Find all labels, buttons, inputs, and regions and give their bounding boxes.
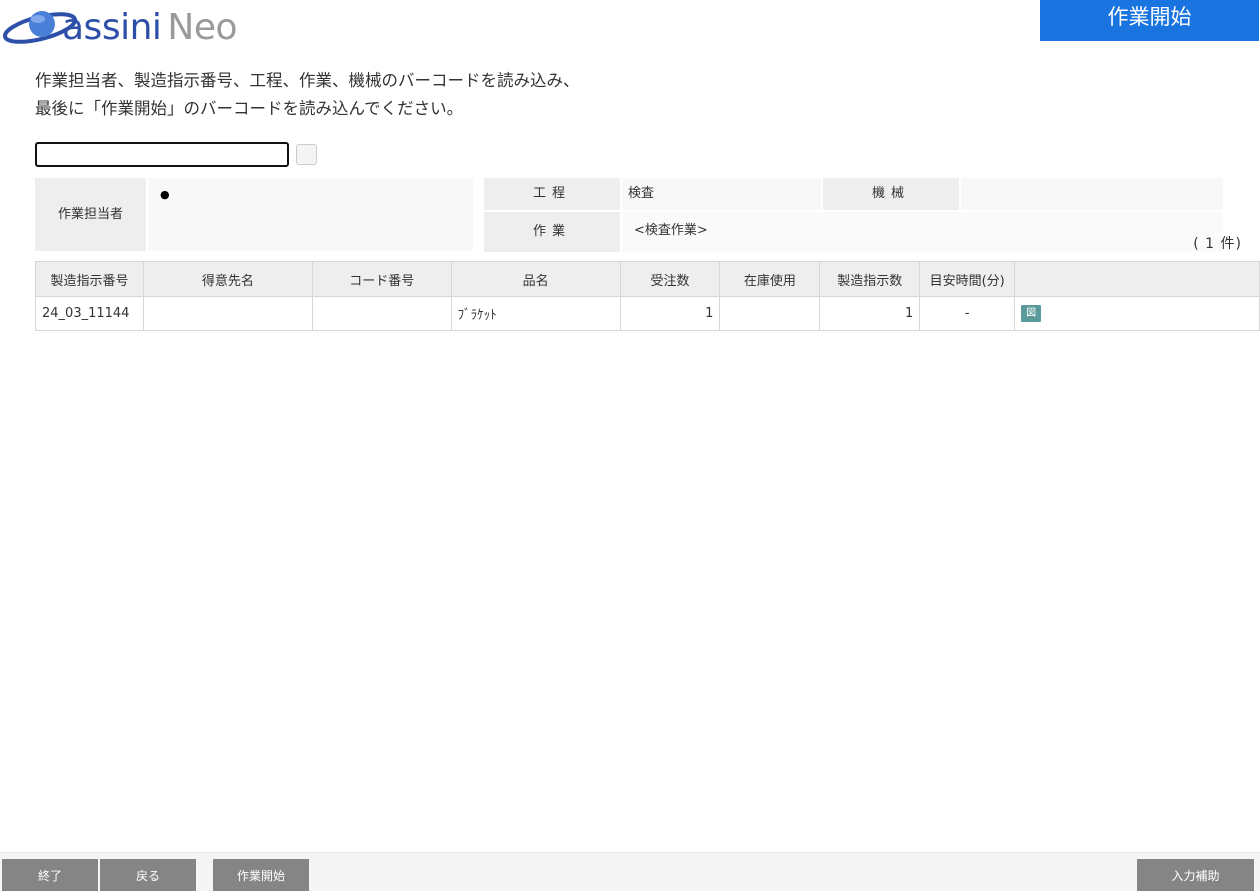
logo-assini: assini	[62, 7, 162, 48]
input-help-button[interactable]: 入力補助	[1137, 859, 1254, 891]
table-header-row: 製造指示番号 得意先名 コード番号 品名 受注数 在庫使用 製造指示数 目安時間…	[35, 261, 1260, 297]
end-button[interactable]: 終了	[2, 859, 98, 891]
worker-label: 作業担当者	[35, 178, 146, 251]
col-customer: 得意先名	[142, 261, 313, 297]
page-title: 作業開始	[1040, 0, 1259, 41]
worker-value-cell: ●	[148, 178, 473, 251]
process-label: 工程	[484, 178, 620, 210]
machine-value	[961, 178, 1223, 210]
drawing-icon[interactable]: 図	[1021, 305, 1042, 322]
orders-table: 製造指示番号 得意先名 コード番号 品名 受注数 在庫使用 製造指示数 目安時間…	[35, 261, 1260, 331]
cell-order-no: 24_03_11144	[35, 296, 144, 331]
task-label: 作業	[484, 212, 620, 252]
logo-neo: Neo	[167, 7, 238, 48]
back-button[interactable]: 戻る	[100, 859, 196, 891]
cell-est-time: -	[919, 296, 1016, 331]
task-value: <検査作業>	[622, 212, 1223, 252]
cell-product: ﾌﾞﾗｹｯﾄ	[450, 296, 621, 331]
instruction-line-2: 最後に「作業開始」のバーコードを読み込んでください。	[35, 99, 464, 118]
col-ordered-qty: 受注数	[619, 261, 721, 297]
record-count: ( 1 件)	[1193, 236, 1242, 252]
person-icon: ●	[160, 188, 170, 201]
col-product: 品名	[450, 261, 621, 297]
start-work-button[interactable]: 作業開始	[213, 859, 309, 891]
barcode-input[interactable]	[35, 142, 289, 167]
cell-customer	[142, 296, 313, 331]
col-instructed-qty: 製造指示数	[819, 261, 921, 297]
col-est-time: 目安時間(分)	[919, 261, 1016, 297]
cassini-neo-logo: assini Neo	[2, 4, 292, 48]
instruction-line-1: 作業担当者、製造指示番号、工程、作業、機械のバーコードを読み込み、	[35, 71, 580, 90]
cell-code	[311, 296, 452, 331]
logo-text: assini Neo	[62, 6, 238, 50]
instructions: 作業担当者、製造指示番号、工程、作業、機械のバーコードを読み込み、 最後に「作業…	[35, 67, 580, 123]
footer-bar: 終了 戻る 作業開始 入力補助	[0, 852, 1260, 891]
table-row[interactable]: 24_03_11144 ﾌﾞﾗｹｯﾄ 1 1 - 図	[35, 296, 1260, 331]
cell-instructed-qty: 1	[819, 296, 921, 331]
cell-stock-used	[719, 296, 821, 331]
col-order-no: 製造指示番号	[35, 261, 144, 297]
col-code: コード番号	[311, 261, 452, 297]
col-stock-used: 在庫使用	[719, 261, 821, 297]
col-drawing	[1014, 261, 1260, 297]
cell-drawing: 図	[1014, 296, 1260, 331]
process-value: 検査	[622, 178, 821, 210]
work-start-screen: assini Neo 作業開始 作業担当者、製造指示番号、工程、作業、機械のバーコ…	[0, 0, 1260, 891]
cell-ordered-qty: 1	[619, 296, 721, 331]
machine-label: 機械	[823, 178, 959, 210]
barcode-submit-button[interactable]	[296, 144, 317, 165]
